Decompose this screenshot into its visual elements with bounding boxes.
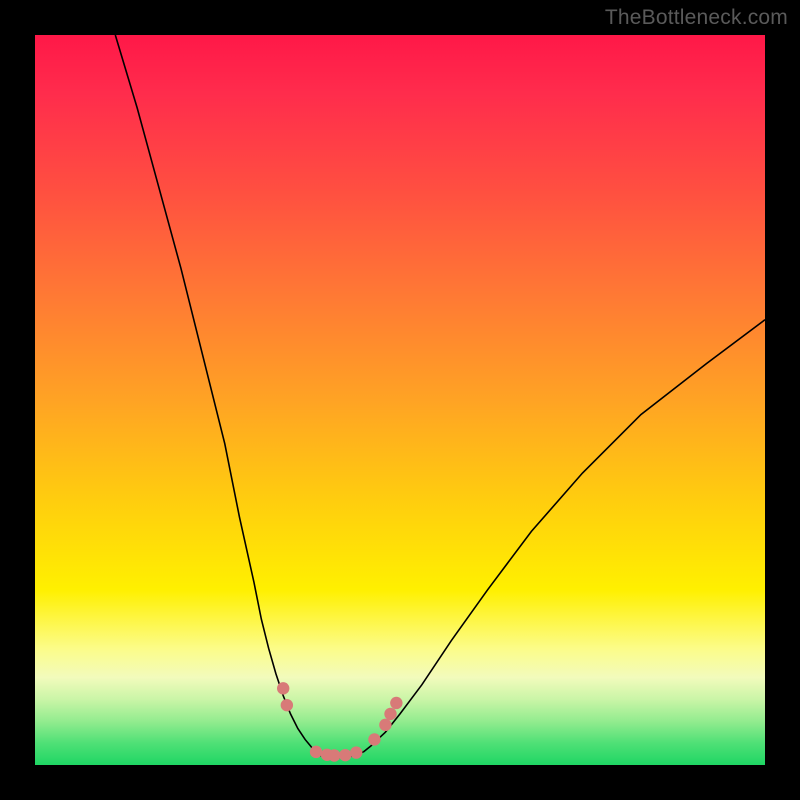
chart-svg bbox=[35, 35, 765, 765]
chart-frame: TheBottleneck.com bbox=[0, 0, 800, 800]
scatter-dot bbox=[281, 699, 293, 711]
watermark-text: TheBottleneck.com bbox=[605, 6, 788, 30]
scatter-dot bbox=[328, 749, 340, 761]
scatter-dots bbox=[277, 682, 403, 762]
scatter-dot bbox=[310, 746, 322, 758]
scatter-dot bbox=[339, 749, 351, 761]
scatter-dot bbox=[379, 719, 391, 731]
left-curve bbox=[115, 35, 316, 753]
scatter-dot bbox=[390, 697, 402, 709]
scatter-dot bbox=[384, 708, 396, 720]
right-curve bbox=[364, 320, 766, 752]
scatter-dot bbox=[350, 746, 362, 758]
scatter-dot bbox=[277, 682, 289, 694]
scatter-dot bbox=[368, 733, 380, 745]
plot-area bbox=[35, 35, 765, 765]
